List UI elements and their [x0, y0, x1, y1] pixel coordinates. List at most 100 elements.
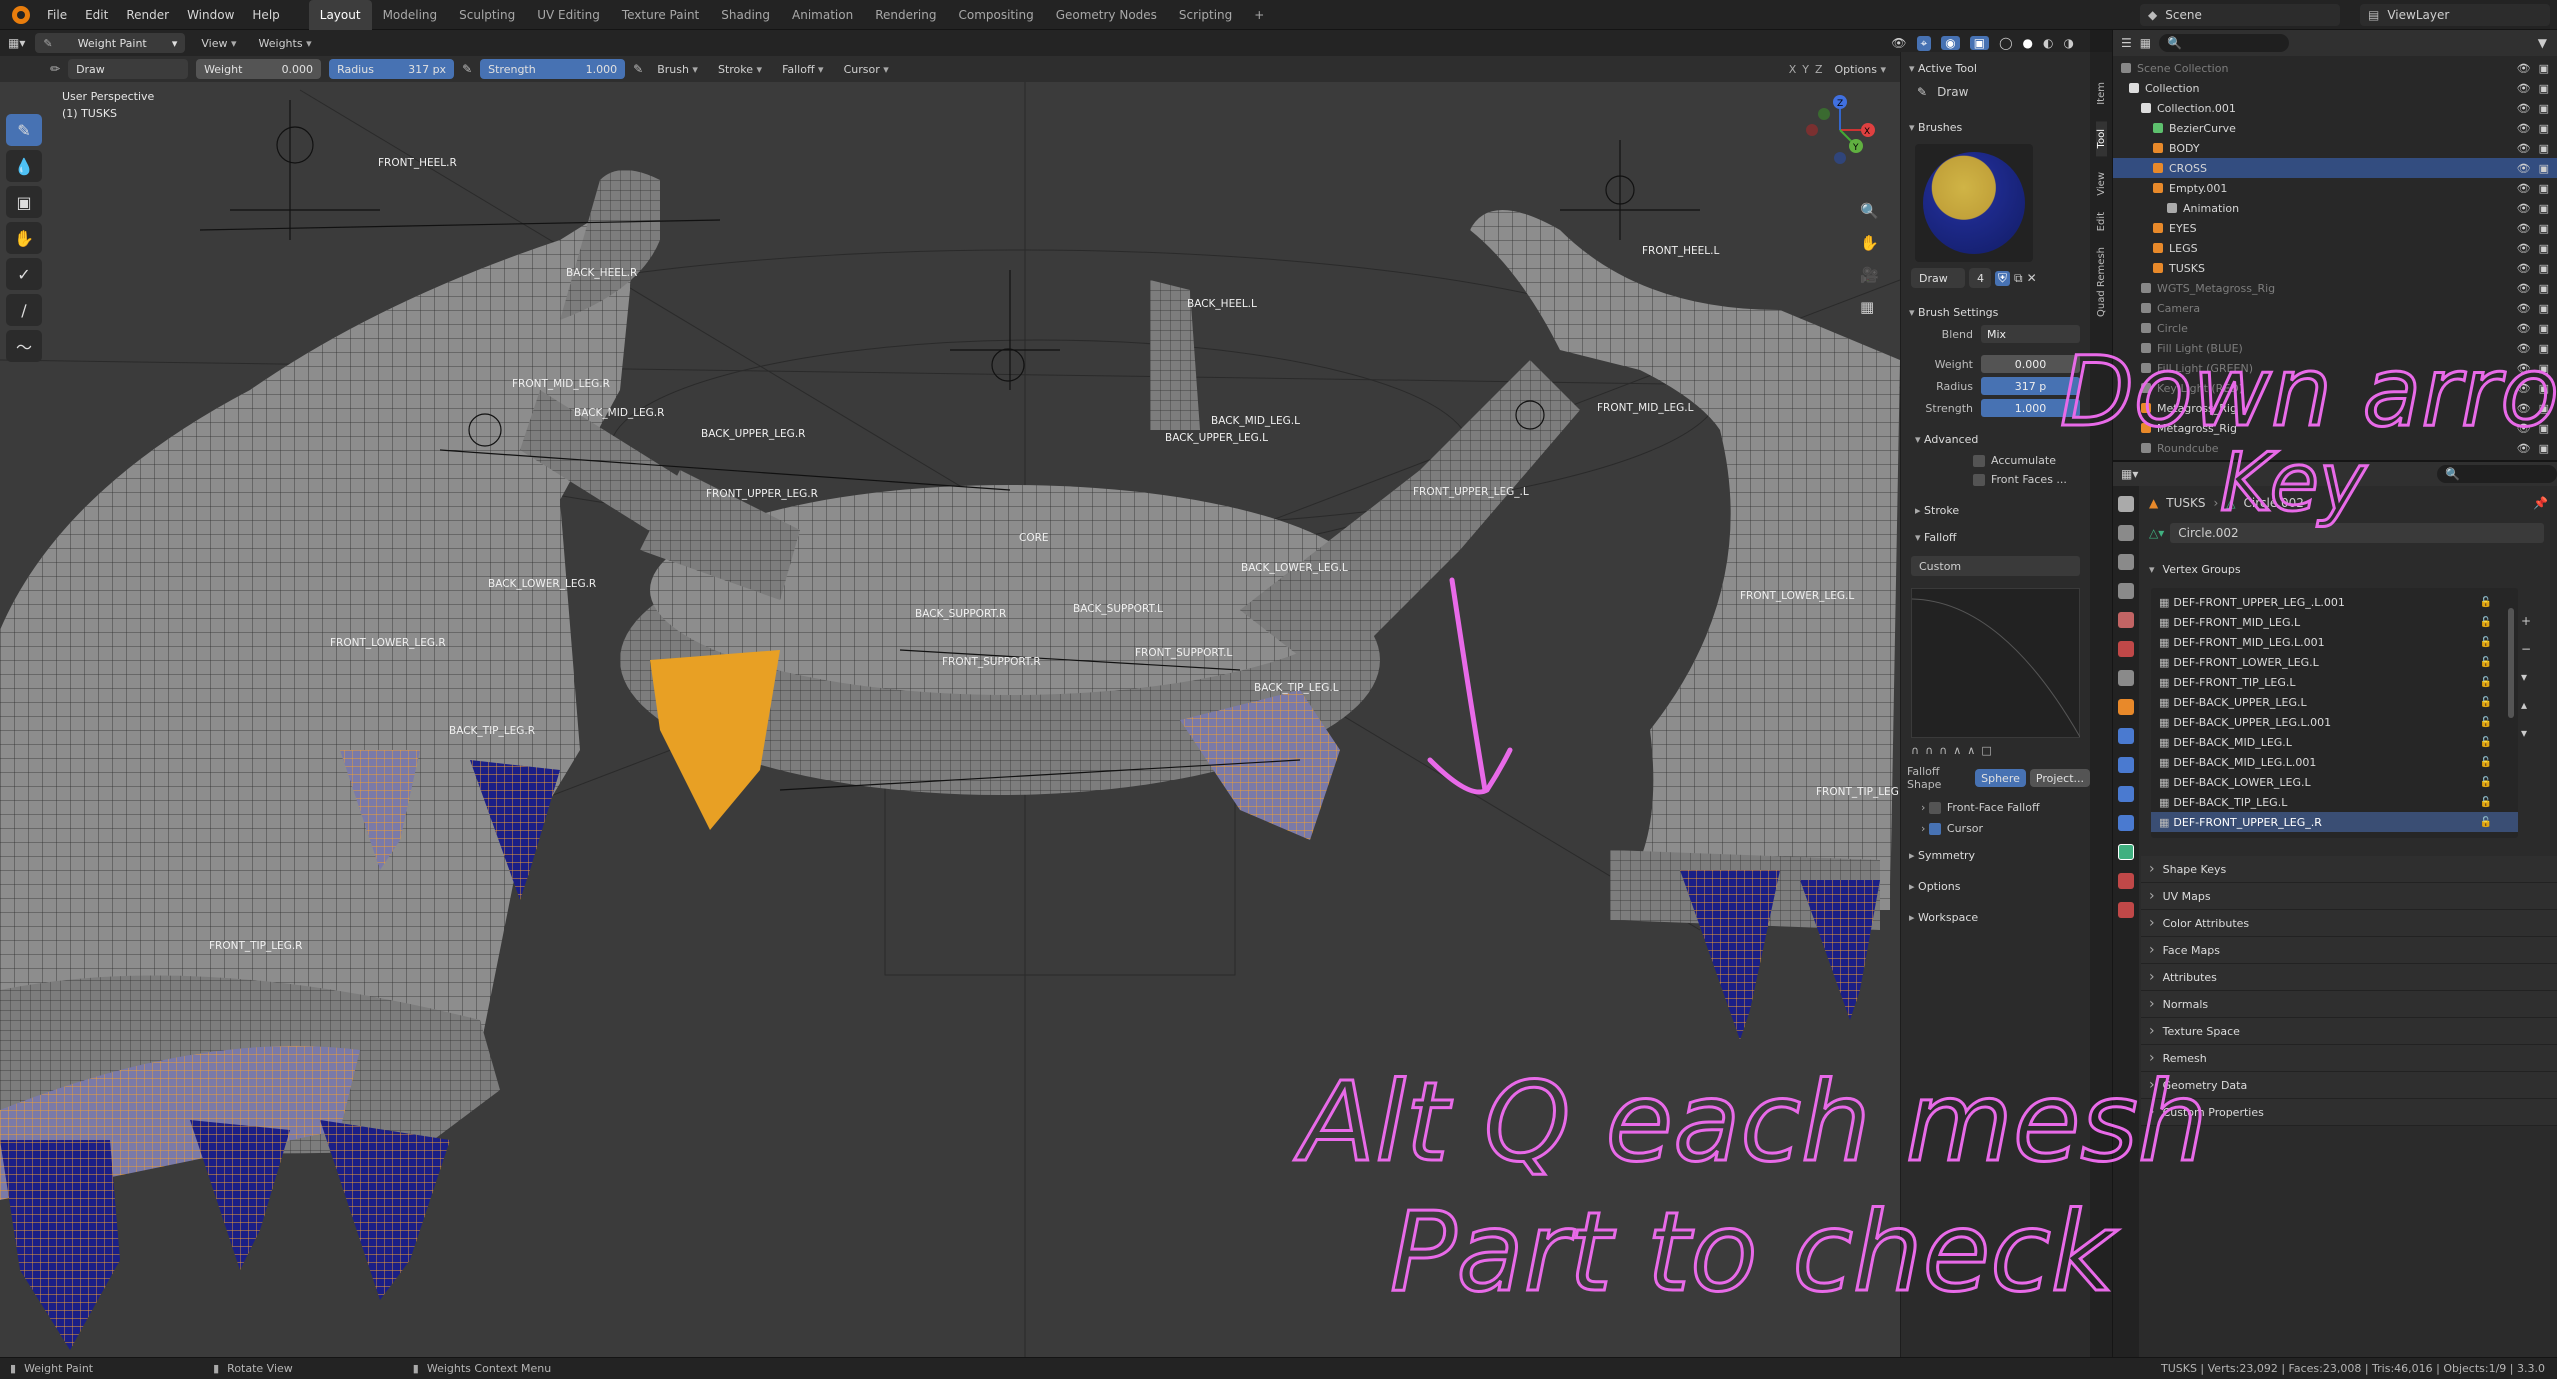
mesh-data-tab-icon[interactable] [2118, 844, 2134, 860]
outliner-row[interactable]: Camera 👁 ▣ [2113, 298, 2557, 318]
curve-preset-linear-icon[interactable]: ∧ [1967, 744, 1975, 757]
property-section[interactable]: Custom Properties [2141, 1099, 2557, 1126]
outliner-row[interactable]: Key Light (RED) 👁 ▣ [2113, 378, 2557, 398]
gradient-tool-icon[interactable]: ∕ [6, 294, 42, 326]
camera-render-icon[interactable]: ▣ [2539, 382, 2549, 395]
outliner-row[interactable]: Scene Collection 👁 ▣ [2113, 58, 2557, 78]
property-section[interactable]: Color Attributes [2141, 910, 2557, 937]
visibility-toggles[interactable]: 👁 ▣ [2517, 382, 2549, 395]
workspace-tab-sculpting[interactable]: Sculpting [448, 0, 526, 30]
visibility-toggles[interactable]: 👁 ▣ [2517, 142, 2549, 155]
navigation-gizmo[interactable]: X Z Y [1798, 88, 1882, 208]
vertex-group-item[interactable]: ▦ DEF-BACK_TIP_LEG.L 🔓 [2151, 792, 2518, 812]
visibility-toggles[interactable]: 👁 ▣ [2517, 202, 2549, 215]
mode-selector[interactable]: ✎ Weight Paint ▾ [35, 33, 186, 53]
property-section[interactable]: Shape Keys [2141, 856, 2557, 883]
3d-viewport[interactable]: FRONT_HEEL.R BACK_HEEL.R BACK_HEEL.L FRO… [0, 30, 2090, 1357]
workspace-tab-texture-paint[interactable]: Texture Paint [611, 0, 710, 30]
menu-render[interactable]: Render [117, 0, 178, 30]
camera-render-icon[interactable]: ▣ [2539, 82, 2549, 95]
pan-hand-icon[interactable]: ✋ [1860, 234, 1879, 252]
visibility-toggles[interactable]: 👁 ▣ [2517, 242, 2549, 255]
outliner-row[interactable]: Animation 👁 ▣ [2113, 198, 2557, 218]
mesh-name-field[interactable]: Circle.002 [2170, 523, 2544, 543]
lock-icon[interactable]: 🔓 [2480, 717, 2518, 728]
workspace-tab-geometry-nodes[interactable]: Geometry Nodes [1045, 0, 1168, 30]
visibility-toggles[interactable]: 👁 ▣ [2517, 82, 2549, 95]
visibility-toggles[interactable]: 👁 ▣ [2517, 122, 2549, 135]
vertex-group-item[interactable]: ▦ DEF-BACK_UPPER_LEG.L 🔓 [2151, 692, 2518, 712]
camera-render-icon[interactable]: ▣ [2539, 362, 2549, 375]
symmetry-section[interactable]: Symmetry [1901, 845, 2090, 866]
vertex-group-specials-icon[interactable]: ▾ [2521, 670, 2531, 684]
camera-render-icon[interactable]: ▣ [2539, 122, 2549, 135]
weight-field[interactable]: Weight 0.000 [196, 59, 322, 79]
camera-render-icon[interactable]: ▣ [2539, 142, 2549, 155]
zoom-icon[interactable]: 🔍 [1860, 202, 1879, 220]
smear-tool-icon[interactable]: ✋ [6, 222, 42, 254]
lock-icon[interactable]: 🔓 [2480, 797, 2518, 808]
eye-icon[interactable]: 👁 [2517, 242, 2531, 255]
texture-tab-icon[interactable] [2118, 902, 2134, 918]
pin-icon[interactable]: 📌 [2533, 496, 2557, 510]
camera-render-icon[interactable]: ▣ [2539, 442, 2549, 455]
options-dropdown[interactable]: Options [1829, 63, 1892, 76]
constraints-tab-icon[interactable] [2118, 815, 2134, 831]
eye-icon[interactable]: 👁 [2517, 382, 2531, 395]
property-section[interactable]: UV Maps [2141, 883, 2557, 910]
fake-user-shield-icon[interactable]: ⛨ [1995, 270, 2011, 286]
symmetry-x-toggle[interactable]: X [1789, 63, 1797, 76]
property-section[interactable]: Texture Space [2141, 1018, 2557, 1045]
workspace-tab-compositing[interactable]: Compositing [947, 0, 1044, 30]
cursor-row[interactable]: › Cursor [1901, 814, 2090, 835]
menu-help[interactable]: Help [243, 0, 288, 30]
draw-tool-icon[interactable]: ✎ [6, 114, 42, 146]
eye-icon[interactable]: 👁 [2517, 82, 2531, 95]
visibility-toggles[interactable]: 👁 ▣ [2517, 162, 2549, 175]
camera-render-icon[interactable]: ▣ [2539, 262, 2549, 275]
brush-dropdown[interactable]: Brush [651, 63, 704, 76]
camera-view-icon[interactable]: 🎥 [1860, 266, 1879, 284]
visibility-toggles[interactable]: 👁 ▣ [2517, 262, 2549, 275]
properties-editor-icon[interactable]: ▦▾ [2121, 467, 2138, 481]
outliner-row[interactable]: Metagross_Rig 👁 ▣ [2113, 418, 2557, 438]
visibility-toggles[interactable]: 👁 ▣ [2517, 402, 2549, 415]
sidebar-tab-edit[interactable]: Edit [2096, 212, 2107, 231]
workspace-tab-scripting[interactable]: Scripting [1168, 0, 1243, 30]
accumulate-checkbox-row[interactable]: Accumulate [1901, 450, 2090, 467]
vertex-groups-header[interactable]: ▾ Vertex Groups [2141, 556, 2557, 582]
camera-render-icon[interactable]: ▣ [2539, 62, 2549, 75]
menu-window[interactable]: Window [178, 0, 243, 30]
move-group-up-icon[interactable]: ▴ [2521, 698, 2531, 712]
brush-name-field-panel[interactable]: Draw [1911, 268, 1965, 288]
workspace-tab-modeling[interactable]: Modeling [372, 0, 449, 30]
active-tool-row[interactable]: ✎ Draw [1901, 79, 2090, 105]
move-group-down-icon[interactable]: ▾ [2521, 726, 2531, 740]
vertex-group-item[interactable]: ▦ DEF-FRONT_MID_LEG.L.001 🔓 [2151, 632, 2518, 652]
radius-field[interactable]: Radius 317 px [329, 59, 455, 79]
visibility-toggles[interactable]: 👁 ▣ [2517, 282, 2549, 295]
visibility-toggles[interactable]: 👁 ▣ [2517, 302, 2549, 315]
outliner-row[interactable]: WGTS_Metagross_Rig 👁 ▣ [2113, 278, 2557, 298]
camera-render-icon[interactable]: ▣ [2539, 242, 2549, 255]
outliner-row[interactable]: EYES 👁 ▣ [2113, 218, 2557, 238]
camera-render-icon[interactable]: ▣ [2539, 202, 2549, 215]
active-tool-section[interactable]: Active Tool [1901, 58, 2090, 79]
menu-edit[interactable]: Edit [76, 0, 117, 30]
outliner-row[interactable]: Metagross_Rig 👁 ▣ [2113, 398, 2557, 418]
lock-icon[interactable]: 🔓 [2480, 597, 2518, 608]
view-layer-selector[interactable]: ▤ ViewLayer [2360, 4, 2550, 26]
outliner-row[interactable]: Roundcube 👁 ▣ [2113, 438, 2557, 458]
eye-icon[interactable]: 👁 [2517, 142, 2531, 155]
scene-tab-icon[interactable] [2118, 612, 2134, 628]
workspace-tab-animation[interactable]: Animation [781, 0, 864, 30]
brush-settings-section[interactable]: Brush Settings [1901, 302, 2090, 323]
add-workspace-icon[interactable]: + [1243, 0, 1275, 30]
eye-icon[interactable]: 👁 [2517, 162, 2531, 175]
sidebar-tab-tool[interactable]: Tool [2095, 120, 2107, 157]
brush-users-count[interactable]: 4 [1969, 268, 1991, 288]
workspace-tab-uv-editing[interactable]: UV Editing [526, 0, 611, 30]
menu-file[interactable]: File [38, 0, 76, 30]
property-section[interactable]: Geometry Data [2141, 1072, 2557, 1099]
sidebar-tab-item[interactable]: Item [2096, 82, 2107, 105]
